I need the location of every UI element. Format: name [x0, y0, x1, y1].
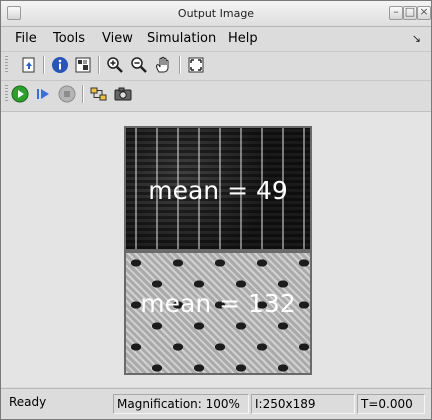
close-icon: × — [419, 5, 429, 18]
menu-tools[interactable]: Tools — [53, 31, 85, 46]
maximize-button[interactable]: □ — [403, 5, 417, 20]
toolbar-simulation — [1, 80, 431, 107]
viewer-window: Output Image – □ × File Tools View Simul… — [0, 0, 432, 420]
maximize-icon: □ — [404, 5, 416, 18]
image-panel-top: mean = 49 — [126, 128, 310, 249]
output-image[interactable]: mean = 49 mean = 132 — [124, 126, 312, 375]
snapshot-camera-icon[interactable] — [113, 84, 133, 104]
title-bar[interactable]: Output Image – □ × — [1, 1, 431, 27]
toolbar-separator — [43, 56, 45, 74]
image-canvas[interactable]: mean = 49 mean = 132 — [1, 111, 431, 387]
status-text: Ready — [9, 395, 47, 409]
minimize-icon: – — [393, 5, 399, 18]
time-readout: T=0.000 — [357, 394, 425, 414]
info-icon[interactable] — [50, 55, 70, 75]
pixel-region-icon[interactable] — [73, 55, 93, 75]
image-size-readout: I:250x189 — [251, 394, 355, 414]
toolbar-grip[interactable] — [5, 56, 8, 74]
menu-bar: File Tools View Simulation Help ↘ — [1, 28, 431, 50]
toolbar-separator — [98, 56, 100, 74]
top-mean-label: mean = 49 — [148, 176, 288, 205]
menu-simulation[interactable]: Simulation — [147, 31, 216, 46]
signal-highlight-icon[interactable] — [89, 84, 109, 104]
pan-hand-icon[interactable] — [153, 55, 173, 75]
bottom-mean-label: mean = 132 — [140, 289, 296, 318]
zoom-in-icon[interactable] — [105, 55, 125, 75]
open-block-icon[interactable] — [19, 55, 39, 75]
step-forward-icon[interactable] — [33, 84, 53, 104]
zoom-out-icon[interactable] — [129, 55, 149, 75]
toolbar-separator — [179, 56, 181, 74]
window-title: Output Image — [177, 7, 255, 20]
menu-file[interactable]: File — [15, 31, 37, 46]
stop-icon[interactable] — [57, 84, 77, 104]
image-panel-bottom: mean = 132 — [126, 253, 310, 373]
status-bar: Ready Magnification: 100% I:250x189 T=0.… — [1, 388, 431, 419]
run-icon[interactable] — [10, 84, 30, 104]
magnification-readout: Magnification: 100% — [113, 394, 249, 414]
close-button[interactable]: × — [417, 5, 431, 20]
menu-overflow-icon[interactable]: ↘ — [412, 32, 421, 45]
menu-view[interactable]: View — [102, 31, 133, 46]
minimize-button[interactable]: – — [389, 5, 403, 20]
fit-to-window-icon[interactable] — [186, 55, 206, 75]
toolbar-main — [1, 51, 431, 78]
toolbar-separator — [82, 85, 84, 103]
toolbar-grip[interactable] — [5, 85, 8, 103]
menu-help[interactable]: Help — [228, 31, 258, 46]
